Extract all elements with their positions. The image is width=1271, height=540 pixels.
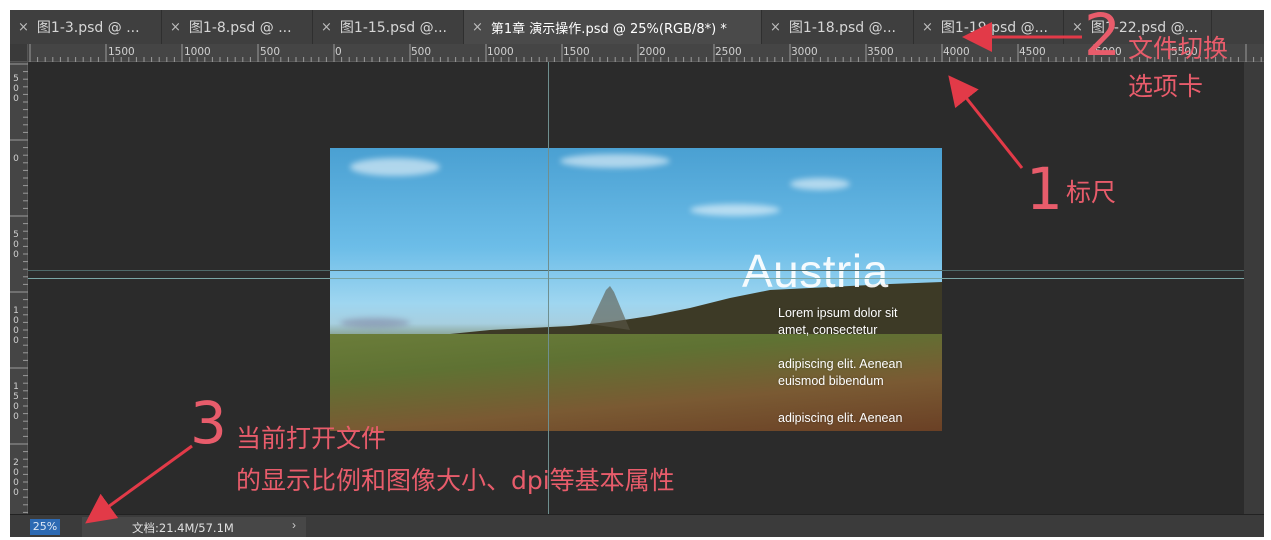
screenshot-frame: × 图1-3.psd @ ... × 图1-8.psd @ ... × 图1-1…: [0, 0, 1271, 540]
annotation-ruler-label: 标尺: [1066, 178, 1117, 207]
annotation-number-3: 3: [190, 389, 227, 457]
annotation-number-2: 2: [1084, 1, 1121, 69]
annotation-status-label-line2: 的显示比例和图像大小、dpi等基本属性: [236, 466, 675, 495]
annotation-tabs-label-line2: 选项卡: [1128, 72, 1204, 101]
arrow-to-zoom: [85, 444, 193, 524]
arrow-to-ruler: [948, 75, 1024, 169]
annotation-arrows: [85, 22, 1082, 524]
annotation-number-1: 1: [1026, 155, 1063, 223]
annotation-tabs-label-line1: 文件切换: [1128, 34, 1229, 63]
annotation-status-label-line1: 当前打开文件: [236, 424, 387, 453]
